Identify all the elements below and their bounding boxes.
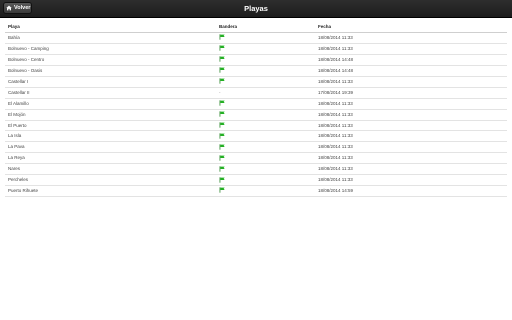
green-flag-icon bbox=[219, 78, 225, 84]
green-flag-icon bbox=[219, 100, 225, 106]
beach-name: El Alamillo bbox=[8, 100, 29, 106]
column-header-playa: Playa bbox=[8, 24, 20, 29]
table-row[interactable]: Percheles 18/08/2014 11:33 bbox=[5, 175, 507, 187]
green-flag-icon bbox=[219, 111, 225, 117]
date-cell: 18/08/2014 11:33 bbox=[318, 144, 353, 150]
flag-cell bbox=[219, 77, 225, 87]
beach-name: La Pava bbox=[8, 144, 25, 150]
date-cell: 18/08/2014 11:33 bbox=[318, 35, 353, 40]
table-row[interactable]: Bolnuevo - Camping 18/08/2014 11:33 bbox=[5, 44, 507, 55]
page-title: Playas bbox=[244, 4, 268, 13]
beach-name: El Puerto bbox=[8, 122, 27, 128]
green-flag-icon bbox=[219, 122, 225, 128]
beach-name: Nares bbox=[8, 166, 21, 172]
table-row[interactable]: La Reya 18/08/2014 11:33 bbox=[5, 153, 507, 165]
flag-cell bbox=[219, 110, 225, 120]
beach-name: El Mojón bbox=[8, 111, 26, 117]
green-flag-icon bbox=[219, 67, 225, 73]
table-row[interactable]: Bolnuevo - Centro 18/08/2014 14:48 bbox=[5, 55, 507, 66]
beach-name: La Reya bbox=[8, 155, 25, 161]
no-flag-indicator: - bbox=[219, 89, 221, 95]
green-flag-icon bbox=[219, 187, 225, 194]
table-row[interactable]: El Mojón 18/08/2014 11:33 bbox=[5, 110, 507, 121]
date-cell: 18/08/2014 11:33 bbox=[318, 155, 353, 161]
table-row[interactable]: Castellar II - 17/08/2014 19:39 bbox=[5, 88, 507, 99]
date-cell: 17/08/2014 19:39 bbox=[318, 89, 354, 95]
green-flag-icon bbox=[219, 143, 225, 150]
date-cell: 18/08/2014 11:33 bbox=[318, 177, 353, 183]
beach-name: Bolnuevo - Oasis bbox=[8, 67, 43, 73]
table-body: Bahía 18/08/2014 11:33 Bolnuevo - Camping 1… bbox=[5, 33, 507, 198]
column-header-bandera: Bandera bbox=[219, 24, 238, 29]
top-bar: Volver Playas bbox=[0, 0, 512, 18]
table-row[interactable]: Puerto Rihuete 18/08/2014 14:59 bbox=[5, 186, 507, 198]
date-cell: 18/08/2014 11:33 bbox=[318, 111, 353, 117]
table-row[interactable]: Bahía 18/08/2014 11:33 bbox=[5, 33, 507, 44]
date-cell: 18/08/2014 11:33 bbox=[318, 133, 353, 139]
flag-cell bbox=[219, 121, 225, 131]
column-header-fecha: Fecha bbox=[318, 24, 332, 29]
flag-cell bbox=[219, 44, 225, 54]
flag-cell bbox=[219, 186, 225, 196]
table-row[interactable]: El Alamillo 18/08/2014 11:33 bbox=[5, 99, 507, 110]
green-flag-icon bbox=[219, 34, 225, 41]
green-flag-icon bbox=[219, 133, 225, 139]
beaches-table: Playa Bandera Fecha Bahía 18/08/2014 11:3… bbox=[5, 22, 507, 198]
green-flag-icon bbox=[219, 176, 225, 183]
table-row[interactable]: El Puerto 18/08/2014 11:33 bbox=[5, 121, 507, 132]
flag-cell bbox=[219, 66, 225, 76]
flag-cell bbox=[219, 175, 225, 185]
table-row[interactable]: Nares 18/08/2014 11:33 bbox=[5, 164, 507, 176]
beach-name: Bolnuevo - Centro bbox=[8, 56, 45, 62]
flag-cell bbox=[219, 131, 225, 141]
flag-cell bbox=[219, 99, 225, 109]
date-cell: 18/08/2014 11:33 bbox=[318, 100, 353, 106]
date-cell: 18/08/2014 14:59 bbox=[318, 188, 354, 194]
date-cell: 18/08/2014 11:33 bbox=[318, 45, 353, 51]
beach-name: Bolnuevo - Camping bbox=[8, 45, 49, 51]
date-cell: 18/08/2014 14:48 bbox=[318, 56, 354, 62]
green-flag-icon bbox=[219, 56, 225, 62]
date-cell: 18/08/2014 11:33 bbox=[318, 78, 353, 84]
date-cell: 18/08/2014 11:33 bbox=[318, 166, 353, 172]
beach-name: Puerto Rihuete bbox=[8, 188, 39, 194]
flag-cell: - bbox=[219, 88, 221, 98]
beach-name: La Isla bbox=[8, 133, 22, 139]
table-header-row: Playa Bandera Fecha bbox=[5, 22, 507, 33]
beach-name: Bahía bbox=[8, 35, 20, 40]
beach-name: Castellar II bbox=[8, 89, 30, 95]
flag-cell bbox=[219, 55, 225, 65]
beach-name: Percheles bbox=[8, 177, 29, 183]
beach-name: Castellar I bbox=[8, 78, 29, 84]
table-row[interactable]: La Isla 18/08/2014 11:33 bbox=[5, 131, 507, 143]
flag-cell bbox=[219, 142, 225, 152]
date-cell: 18/08/2014 14:48 bbox=[318, 67, 354, 73]
flag-cell bbox=[219, 164, 225, 174]
table-row[interactable]: Castellar I 18/08/2014 11:33 bbox=[5, 77, 507, 88]
green-flag-icon bbox=[219, 165, 225, 172]
flag-cell bbox=[219, 153, 225, 163]
flag-cell bbox=[219, 33, 225, 43]
green-flag-icon bbox=[219, 154, 225, 161]
table-row[interactable]: La Pava 18/08/2014 11:33 bbox=[5, 142, 507, 154]
table-row[interactable]: Bolnuevo - Oasis 18/08/2014 14:48 bbox=[5, 66, 507, 77]
date-cell: 18/08/2014 11:33 bbox=[318, 122, 353, 128]
green-flag-icon bbox=[219, 45, 225, 51]
